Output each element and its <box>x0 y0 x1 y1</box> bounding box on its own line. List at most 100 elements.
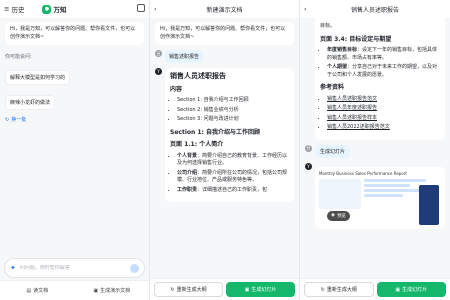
top-bar: ≡ 历史 ● 万知 <box>0 0 149 18</box>
top-bar: ‹ 新建演示文档 <box>150 0 299 18</box>
regenerate-outline-button[interactable]: ↻ 重新生成大纲 <box>304 282 374 297</box>
bullet-item: 公司介绍：简要介绍所在公司的情况，包括公司规模、行业地位、产品或服务特色等。 <box>177 170 289 185</box>
suggestion-1[interactable]: 解释大模型是如何学习的 <box>5 70 71 85</box>
user-avatar: 吕 <box>305 144 312 152</box>
doc-outline: 销售人员述职报告 内容 Section 1: 自我介绍与工作回顾 Section… <box>165 68 294 202</box>
tab-generate-slides[interactable]: ▣ 生成演示文档 <box>75 281 150 300</box>
content-heading: 内容 <box>170 85 183 93</box>
new-chat-icon[interactable] <box>137 4 145 12</box>
generate-slides-button[interactable]: ▣ 生成幻灯片 <box>376 282 446 297</box>
reference-link[interactable]: 销售人员年度述职报告 <box>327 105 377 111</box>
refresh-icon: ↻ <box>5 116 10 123</box>
bullet-key: 个人背景 <box>177 152 198 159</box>
user-message-text: 销售述职报告 <box>165 50 204 63</box>
ask-label: 你可能会问: <box>5 54 32 60</box>
slides-result: Y Monthly Business Sales Performance Rep… <box>305 162 445 229</box>
page-heading: 页面 1.1: 个人简介 <box>170 141 224 148</box>
screen-new-doc: ‹ 新建演示文档 Hi，我是万知，可以解答你的问题、帮你看文件，也可以创作演示文… <box>150 0 300 300</box>
slides-icon: ▣ <box>244 286 250 293</box>
assistant-avatar: Y <box>155 68 162 75</box>
greeting-text: Hi，我是万知，可以解答你的问题、帮你看文件，也可以创作演示文档~ <box>5 22 144 45</box>
user-message: 吕 生成幻灯片 <box>305 144 445 158</box>
doc-title: 销售人员述职报告 <box>170 72 226 80</box>
preview-button[interactable]: ◉ 预览 <box>327 210 350 221</box>
reference-link[interactable]: 销售人员述职报告样本 <box>327 115 377 121</box>
slides-icon: ▣ <box>93 287 99 294</box>
refresh-icon: ↻ <box>320 286 325 293</box>
bullet-key: 年度销售目标 <box>327 47 358 53</box>
screen-report: ‹ 销售人员述职报告 目标。 页面 3.4: 目标设定与期望 年度销售目标：设定… <box>300 0 450 300</box>
history-button[interactable]: ≡ 历史 <box>4 4 24 14</box>
tab-read-doc-label: 读文档 <box>33 288 49 294</box>
user-message-text: 生成幻灯片 <box>315 144 351 158</box>
regenerate-label: 重新生成大纲 <box>326 287 357 293</box>
thumbnail-bar <box>364 183 411 187</box>
page-title: 新建演示文档 <box>206 6 243 14</box>
bullet-item: 个人背景：简要介绍自己的教育背景、工作经历以及为何选择销售行业。 <box>177 153 289 168</box>
bullet-value: 详细描述自己的工作职责，包 <box>202 186 268 193</box>
assistant-doc: Y 销售人员述职报告 内容 Section 1: 自我介绍与工作回顾 Secti… <box>155 68 294 202</box>
bottom-tabs: ▤ 读文档 ▣ 生成演示文档 <box>0 280 149 300</box>
top-right-icons <box>137 4 145 12</box>
reference-link[interactable]: 销售人员述职报告范文 <box>327 96 377 102</box>
assistant-avatar: Y <box>305 162 312 170</box>
bullet-item: 个人期望：分享自己对于未来工作的期望，以及对于公司和个人发展的愿景。 <box>327 64 440 79</box>
user-message: 吕 销售述职报告 <box>155 50 294 63</box>
references-heading: 参考资料 <box>320 84 345 91</box>
action-bar: ↻ 重新生成大纲 ▣ 生成幻灯片 <box>150 278 299 300</box>
thumbnail-side-panel <box>419 184 439 225</box>
document-icon: ▤ <box>26 287 32 294</box>
regenerate-label: 重新生成大纲 <box>176 287 207 293</box>
thumbnail-bar <box>364 193 403 197</box>
section-item: Section 3: 问题与改进计划 <box>177 116 289 124</box>
back-icon[interactable]: ‹ <box>304 5 307 13</box>
slide-thumbnail[interactable]: Monthly Business Sales Performance Repor… <box>315 166 445 229</box>
section-heading: Section 1: 自我介绍与工作回顾 <box>170 128 261 136</box>
doc-continued: 目标。 页面 3.4: 目标设定与期望 年度销售目标：设定下一年的销售目标，包括… <box>315 18 445 140</box>
section-item: Section 1: 自我介绍与工作回顾 <box>177 97 289 105</box>
refresh-icon: ↻ <box>170 286 175 293</box>
reference-link[interactable]: 销售人员2022述职报告范文 <box>327 124 390 130</box>
history-label: 历史 <box>11 6 25 14</box>
send-icon[interactable] <box>130 263 139 273</box>
regenerate-outline-button[interactable]: ↻ 重新生成大纲 <box>154 282 223 297</box>
screen-home: ≡ 历史 ● 万知 Hi，我是万知，可以解答你的问题、帮你看文件，也可以创作演示… <box>0 0 150 300</box>
reference-item: 销售人员2022述职报告范文 <box>327 124 440 132</box>
tab-read-doc[interactable]: ▤ 读文档 <box>0 281 75 300</box>
intro-fragment: 目标。 <box>320 23 336 29</box>
bullet-key: 公司介绍 <box>177 169 198 176</box>
thumbnail-bar <box>364 178 426 182</box>
chat-input-bar: ✦ <box>4 258 145 278</box>
back-icon[interactable]: ‹ <box>154 5 157 13</box>
slides-icon: ▣ <box>395 286 401 293</box>
greeting-text: Hi，我是万知，可以解答你的问题、帮你看文件，也可以创作演示文档~ <box>155 22 294 45</box>
preview-label: 预览 <box>336 213 346 219</box>
action-bar: ↻ 重新生成大纲 ▣ 生成幻灯片 <box>300 278 450 300</box>
chat-input[interactable] <box>19 265 126 271</box>
thumbnail-map <box>319 178 361 209</box>
refresh-button[interactable]: ↻ 换一批 <box>5 116 144 124</box>
section-item: Section 2: 销售业绩与分析 <box>177 107 289 115</box>
assistant-message: Hi，我是万知，可以解答你的问题、帮你看文件，也可以创作演示文档~ <box>5 22 144 45</box>
brand-name: 万知 <box>53 6 67 14</box>
generate-label: 生成幻灯片 <box>402 287 428 293</box>
generate-slides-button[interactable]: ▣ 生成幻灯片 <box>226 282 295 297</box>
user-avatar: 吕 <box>155 50 162 57</box>
bullet-item: 年度销售目标：设定下一年的销售目标，包括具体的销售额、市场占有率等。 <box>327 47 440 62</box>
history-icon: ≡ <box>4 5 10 13</box>
suggestion-2[interactable]: 麻辣小龙虾的做法 <box>5 95 56 110</box>
thumbnail-title: Monthly Business Sales Performance Repor… <box>319 170 407 176</box>
reference-item: 销售人员述职报告范文 <box>327 96 440 104</box>
bullet-key: 个人期望 <box>327 64 348 70</box>
assistant-message: Hi，我是万知，可以解答你的问题、帮你看文件，也可以创作演示文档~ <box>155 22 294 45</box>
reference-item: 销售人员年度述职报告 <box>327 105 440 113</box>
bullet-key: 工作职责 <box>177 186 198 193</box>
top-bar: ‹ 销售人员述职报告 <box>300 0 450 18</box>
page-heading: 页面 3.4: 目标设定与期望 <box>320 35 392 43</box>
reference-item: 销售人员述职报告样本 <box>327 115 440 123</box>
logo-icon: ● <box>42 4 52 14</box>
sparkle-icon[interactable]: ✦ <box>10 264 16 272</box>
page-title: 销售人员述职报告 <box>350 6 399 14</box>
tab-generate-slides-label: 生成演示文档 <box>100 288 131 294</box>
refresh-label: 换一批 <box>11 117 27 123</box>
